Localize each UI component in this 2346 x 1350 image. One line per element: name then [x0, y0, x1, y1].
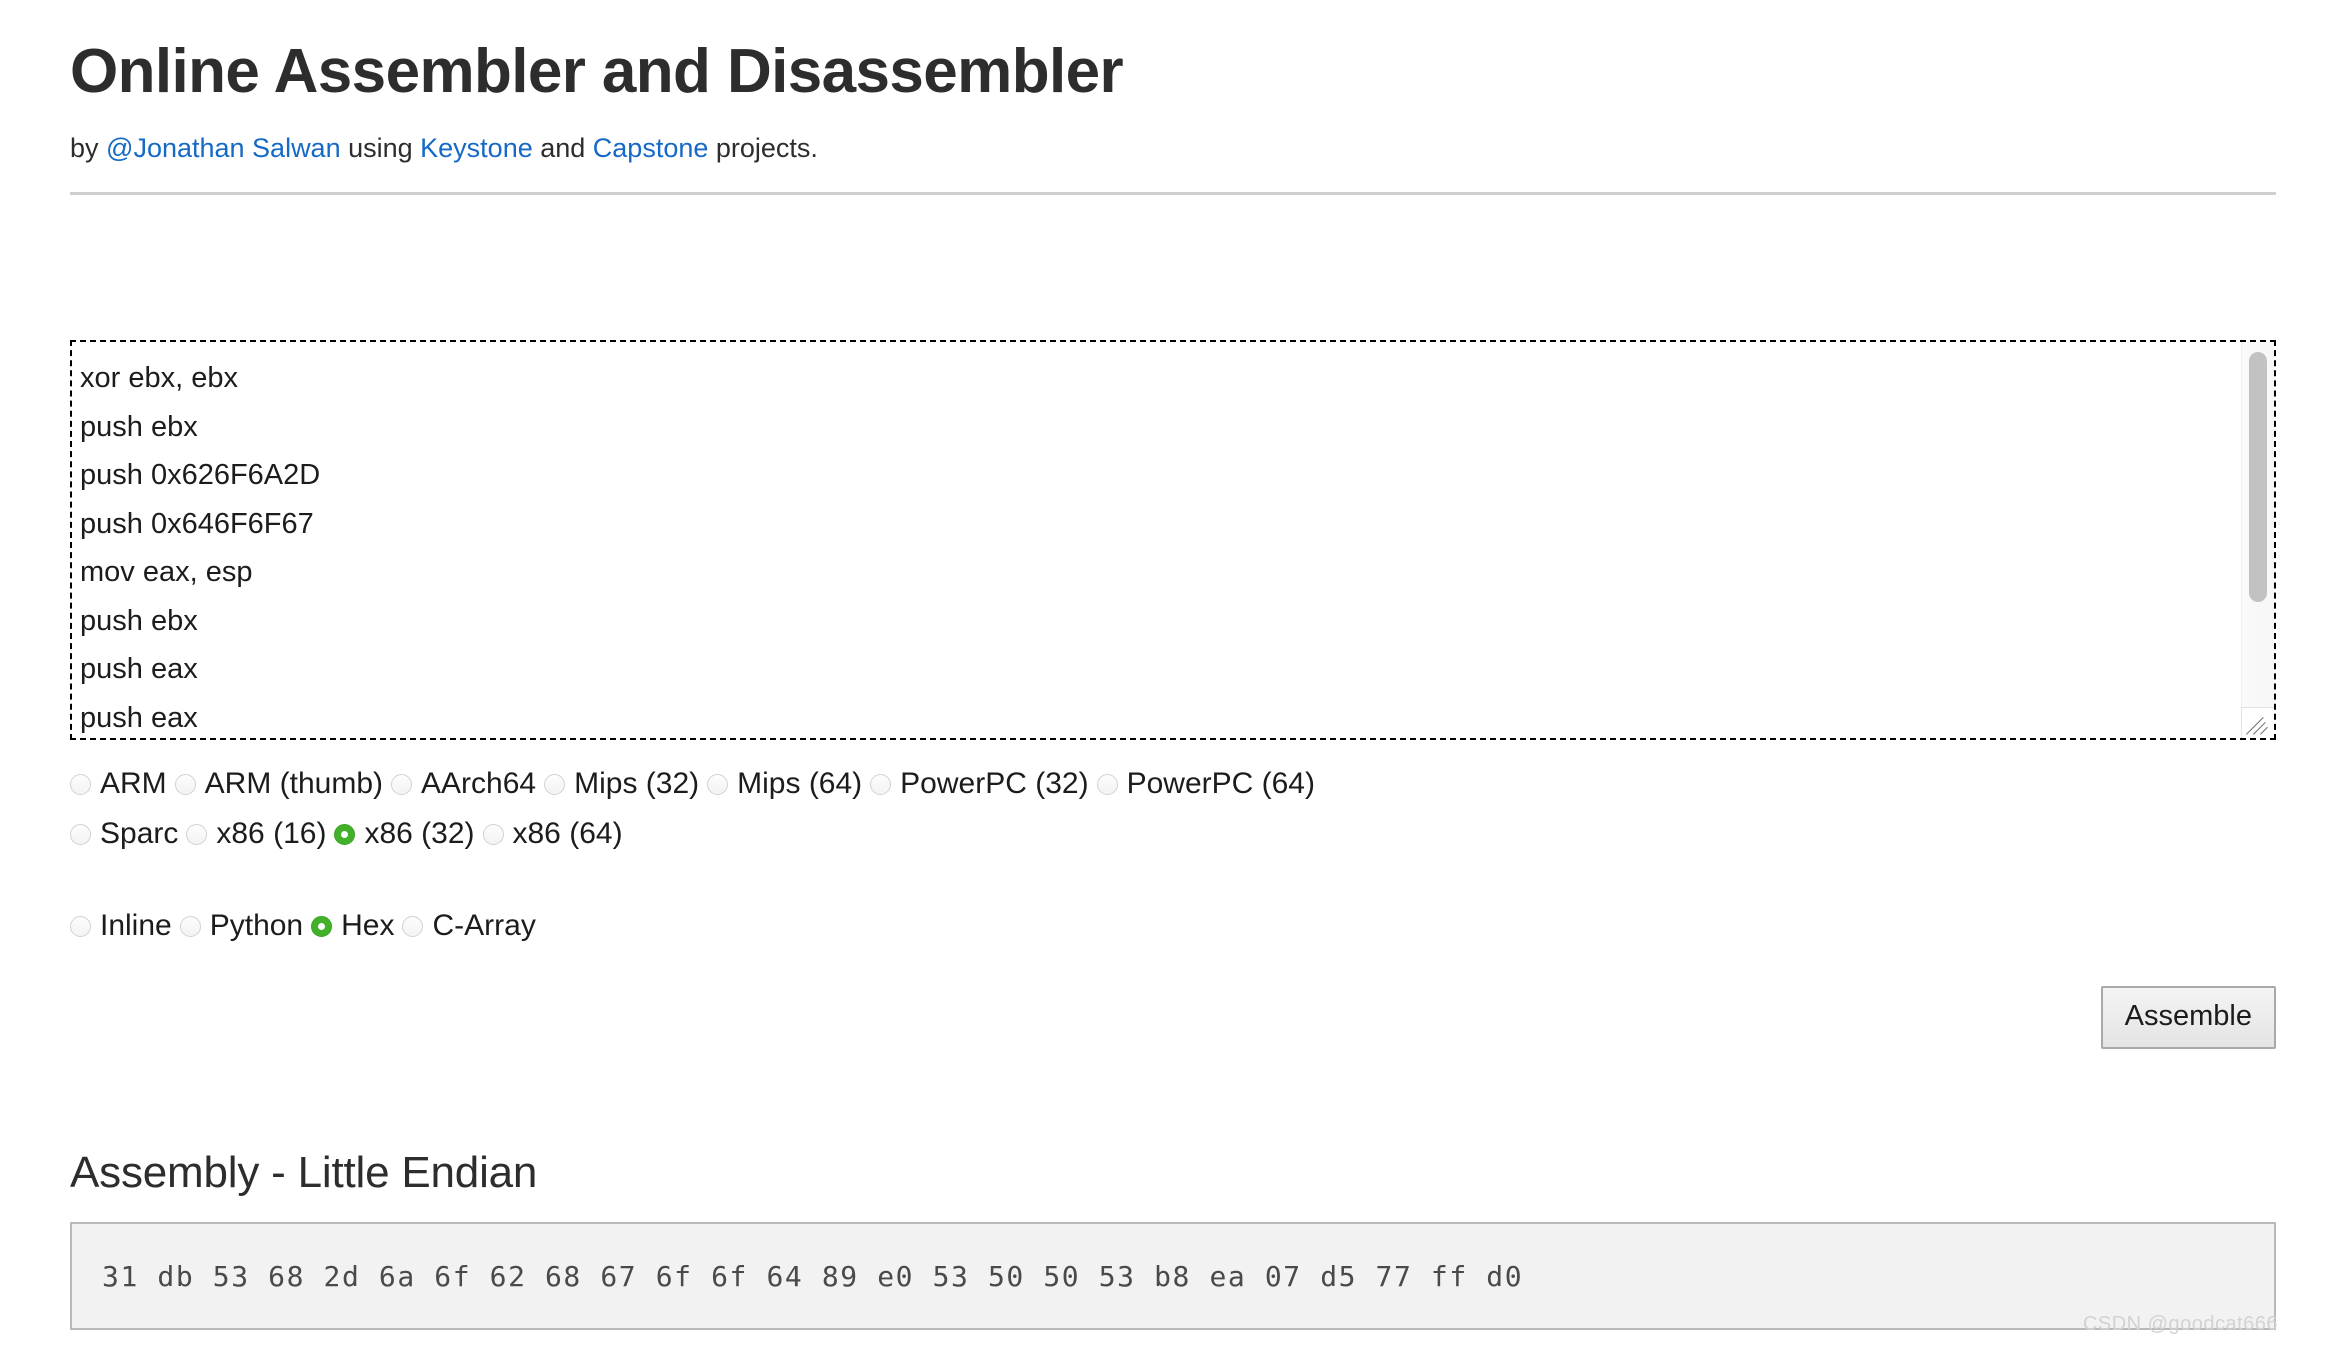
capstone-link[interactable]: Capstone — [593, 133, 709, 163]
radio-option-label: PowerPC (32) — [900, 767, 1089, 801]
radio-option-sparc[interactable]: Sparc — [70, 810, 178, 858]
radio-option-x86-16[interactable]: x86 (16) — [186, 810, 326, 858]
assembly-line: push eax — [80, 701, 198, 734]
author-link[interactable]: @Jonathan Salwan — [106, 133, 341, 163]
radio-option-label: Mips (32) — [574, 767, 700, 801]
radio-option-x86-64[interactable]: x86 (64) — [482, 810, 623, 858]
action-row: Assemble — [70, 986, 2276, 1050]
radio-unselected-icon[interactable] — [870, 773, 892, 795]
page-root: Online Assembler and Disassembler by @Jo… — [0, 0, 2346, 1350]
radio-option-hex[interactable]: Hex — [311, 902, 394, 950]
radio-option-label: AArch64 — [421, 767, 537, 801]
radio-unselected-icon[interactable] — [544, 773, 566, 795]
radio-option-label: Sparc — [100, 817, 179, 851]
textarea-resize-handle-icon[interactable] — [2241, 707, 2274, 739]
radio-option-label: x86 (32) — [364, 817, 475, 851]
radio-option-powerpc-64[interactable]: PowerPC (64) — [1096, 760, 1315, 808]
textarea-scrollbar-thumb[interactable] — [2249, 352, 2267, 603]
radio-option-c-array[interactable]: C-Array — [402, 902, 536, 950]
result-output-box: 31 db 53 68 2d 6a 6f 62 68 67 6f 6f 64 8… — [70, 1222, 2276, 1331]
radio-unselected-icon[interactable] — [186, 823, 208, 845]
assembly-input[interactable]: xor ebx, ebx push ebx push 0x626F6A2D push … — [70, 340, 2276, 741]
assembly-line: xor ebx, ebx — [80, 362, 238, 395]
assembly-line: mov eax, esp — [80, 556, 253, 589]
byline-mid: using — [340, 132, 421, 163]
assembly-line: push eax — [80, 653, 198, 686]
radio-unselected-icon[interactable] — [70, 915, 91, 937]
result-title: Assembly - Little Endian — [70, 1148, 538, 1198]
radio-option-label: C-Array — [432, 909, 536, 943]
keystone-link[interactable]: Keystone — [420, 133, 533, 163]
architecture-row-1: ARM ARM (thumb) AArch64 Mips (32) Mips (64) P… — [70, 760, 2276, 808]
radio-selected-icon[interactable] — [311, 915, 333, 937]
byline-prefix: by — [70, 132, 107, 163]
byline: by @Jonathan Salwan using Keystone and C… — [70, 130, 2276, 166]
radio-unselected-icon[interactable] — [1096, 773, 1118, 795]
radio-unselected-icon[interactable] — [70, 773, 91, 795]
radio-option-label: Inline — [100, 909, 172, 943]
textarea-scrollbar[interactable] — [2241, 342, 2274, 739]
radio-option-python[interactable]: Python — [179, 902, 304, 950]
assemble-button[interactable]: Assemble — [2100, 986, 2276, 1050]
byline-suffix: projects. — [708, 132, 818, 163]
radio-option-powerpc-32[interactable]: PowerPC (32) — [870, 760, 1089, 808]
radio-option-label: PowerPC (64) — [1126, 767, 1315, 801]
radio-unselected-icon[interactable] — [391, 773, 413, 795]
page-title: Online Assembler and Disassembler — [70, 37, 1124, 106]
radio-option-arm-thumb[interactable]: ARM (thumb) — [174, 760, 384, 808]
radio-option-mips-64[interactable]: Mips (64) — [707, 760, 862, 808]
radio-option-label: ARM (thumb) — [204, 767, 384, 801]
radio-option-inline[interactable]: Inline — [70, 902, 172, 950]
radio-option-arm[interactable]: ARM — [70, 760, 167, 808]
output-format-radio-group: Inline Python Hex C-Array — [70, 902, 2276, 950]
radio-unselected-icon[interactable] — [179, 915, 201, 937]
radio-unselected-icon[interactable] — [174, 773, 196, 795]
result-hex-output: 31 db 53 68 2d 6a 6f 62 68 67 6f 6f 64 8… — [102, 1259, 1524, 1293]
assembly-line: push 0x626F6A2D — [80, 459, 321, 492]
architecture-row-2: Sparc x86 (16) x86 (32) x86 (64) — [70, 810, 2276, 858]
radio-option-label: Python — [209, 909, 304, 943]
radio-unselected-icon[interactable] — [482, 823, 504, 845]
assembly-line: push ebx — [80, 410, 198, 443]
radio-option-mips-32[interactable]: Mips (32) — [544, 760, 699, 808]
radio-option-x86-32[interactable]: x86 (32) — [334, 810, 475, 858]
radio-option-label: ARM — [100, 767, 167, 801]
radio-selected-icon[interactable] — [334, 823, 356, 845]
header-divider — [70, 192, 2276, 196]
assembly-input-wrapper: xor ebx, ebx push ebx push 0x626F6A2D push … — [70, 340, 2276, 741]
radio-option-aarch64[interactable]: AArch64 — [391, 760, 536, 808]
watermark: CSDN @goodcat666 — [2082, 1313, 2278, 1335]
radio-option-label: x86 (16) — [216, 817, 327, 851]
assembly-line: push ebx — [80, 604, 198, 637]
radio-unselected-icon[interactable] — [402, 915, 424, 937]
radio-option-label: Hex — [341, 909, 395, 943]
assembly-line: push 0x646F6F67 — [80, 507, 314, 540]
radio-unselected-icon[interactable] — [70, 823, 91, 845]
byline-and: and — [532, 132, 593, 163]
architecture-radio-group: ARM ARM (thumb) AArch64 Mips (32) Mips (64) P… — [70, 760, 2276, 858]
radio-unselected-icon[interactable] — [707, 773, 729, 795]
radio-option-label: x86 (64) — [512, 817, 623, 851]
radio-option-label: Mips (64) — [737, 767, 863, 801]
